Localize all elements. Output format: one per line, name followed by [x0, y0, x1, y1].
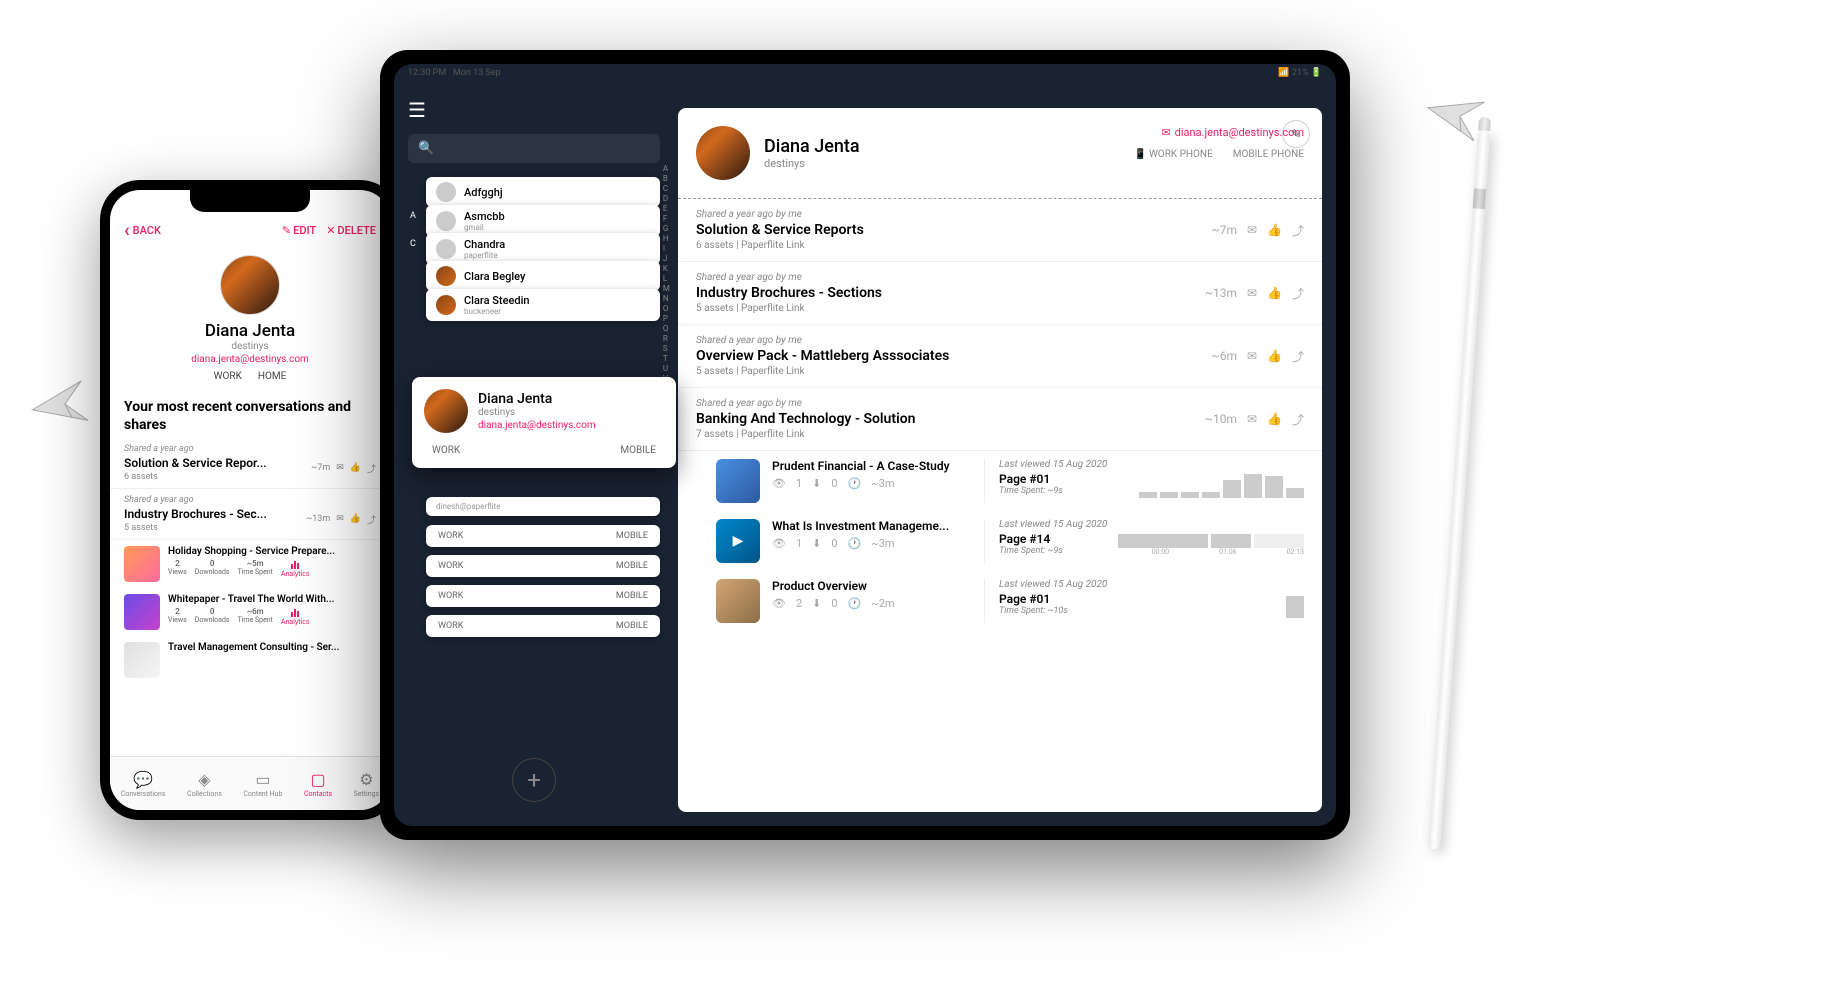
tablet-device: 12:30 PM Mon 13 Sep 📶 21% 🔋 ☰ 🔍 Adfgghj … [380, 50, 1350, 840]
asset-item[interactable]: Holiday Shopping - Service Prepare... 2V… [110, 540, 390, 588]
avatar [220, 255, 280, 315]
profile-email[interactable]: diana.jenta@destinys.com [124, 354, 376, 365]
mail-icon[interactable]: ✉ [1247, 286, 1257, 300]
tab-settings[interactable]: ⚙Settings [354, 770, 380, 798]
profile-name: Diana Jenta [124, 321, 376, 341]
thumbs-icon[interactable]: 👍 [1267, 286, 1282, 300]
paper-plane-decoration [26, 375, 94, 435]
share-icon: ⤴ [367, 513, 376, 526]
contact-card[interactable]: WORKMOBILE [426, 615, 660, 637]
contact-company: destinys [764, 157, 860, 170]
asset-thumbnail [716, 579, 760, 623]
clock-icon: 🕐 [848, 537, 862, 550]
mail-icon[interactable]: ✉ [1247, 412, 1257, 426]
share-icon[interactable]: ⤴ [1292, 411, 1304, 428]
eye-icon: 👁 [772, 597, 786, 610]
contact-name: Diana Jenta [764, 136, 860, 157]
asset-thumbnail [124, 642, 160, 678]
contact-card[interactable]: WORKMOBILE [426, 555, 660, 577]
avatar [424, 389, 468, 433]
contact-card[interactable]: Adfgghj [426, 177, 660, 207]
thumbs-icon[interactable]: 👍 [1267, 223, 1282, 237]
selected-contact-card[interactable]: Diana Jenta destinys diana.jenta@destiny… [412, 377, 676, 468]
share-item[interactable]: Shared a year ago Solution & Service Rep… [110, 438, 390, 489]
work-phone-label: 📱 WORK PHONE [1134, 149, 1213, 160]
share-icon: ⤴ [367, 462, 376, 475]
mail-icon: ✉ [1161, 126, 1170, 139]
tab-collections[interactable]: ◈Collections [187, 770, 222, 798]
stylus-decoration [1428, 130, 1490, 849]
tab-home[interactable]: HOME [258, 371, 286, 382]
tab-content-hub[interactable]: ▭Content Hub [243, 770, 282, 798]
tabbar: 💬Conversations ◈Collections ▭Content Hub… [110, 756, 390, 810]
analytics-icon[interactable]: Analytics [281, 607, 310, 626]
mobile-phone-label: MOBILE PHONE [1233, 149, 1304, 160]
share-icon[interactable]: ⤴ [1292, 222, 1304, 239]
tab-conversations[interactable]: 💬Conversations [121, 770, 166, 798]
contact-email[interactable]: ✉ diana.jenta@destinys.com [1134, 126, 1304, 139]
eye-icon: 👁 [772, 477, 786, 490]
clock-icon: 🕐 [848, 597, 862, 610]
mail-icon[interactable]: ✉ [1247, 223, 1257, 237]
phone-notch [190, 190, 310, 212]
share-item[interactable]: Shared a year ago by me Industry Brochur… [678, 262, 1322, 325]
eye-icon: 👁 [772, 537, 786, 550]
mail-icon[interactable]: ✉ [1247, 349, 1257, 363]
thumbs-icon[interactable]: 👍 [1267, 349, 1282, 363]
delete-button[interactable]: ✕ DELETE [326, 224, 376, 237]
contact-card[interactable]: WORKMOBILE [426, 525, 660, 547]
asset-item[interactable]: Travel Management Consulting - Ser... [110, 636, 390, 684]
menu-icon[interactable]: ☰ [408, 98, 660, 122]
add-button[interactable]: + [512, 758, 556, 802]
phone-device: BACK ✎ EDIT ✕ DELETE Diana Jenta destiny… [100, 180, 400, 820]
avatar [696, 126, 750, 180]
asset-item[interactable]: Product Overview 👁2⬇0🕐~2m Last viewed 15… [678, 571, 1322, 631]
edit-icon[interactable]: ✎ [1282, 120, 1310, 148]
search-input[interactable]: 🔍 [408, 134, 660, 163]
tab-work[interactable]: WORK [214, 371, 242, 382]
back-button[interactable]: BACK [124, 220, 161, 241]
analytics-icon[interactable]: Analytics [281, 559, 310, 578]
asset-thumbnail [124, 546, 160, 582]
section-title: Your most recent conversations and share… [110, 388, 390, 438]
tab-contacts[interactable]: ▢Contacts [304, 770, 332, 798]
thumbs-icon: 👍 [350, 514, 361, 524]
contact-card[interactable]: Clara Steedinbuckeneer [426, 289, 660, 321]
asset-item[interactable]: Prudent Financial - A Case-Study 👁1⬇0🕐~3… [678, 451, 1322, 511]
contact-card[interactable]: Clara Begley [426, 261, 660, 291]
contact-card[interactable]: dinesh@paperflite [426, 497, 660, 516]
mail-icon: ✉ [336, 514, 344, 524]
thumbs-icon[interactable]: 👍 [1267, 412, 1282, 426]
share-item[interactable]: Shared a year ago by me Banking And Tech… [678, 388, 1322, 451]
asset-thumbnail: ▶ [716, 519, 760, 563]
asset-item[interactable]: ▶ What Is Investment Manageme... 👁1⬇0🕐~3… [678, 511, 1322, 571]
share-icon[interactable]: ⤴ [1292, 348, 1304, 365]
share-item[interactable]: Shared a year ago by me Overview Pack - … [678, 325, 1322, 388]
edit-button[interactable]: ✎ EDIT [282, 224, 316, 237]
thumbs-icon: 👍 [350, 463, 361, 473]
clock-icon: 🕐 [848, 477, 862, 490]
share-item[interactable]: Shared a year ago by me Solution & Servi… [678, 199, 1322, 262]
asset-thumbnail [716, 459, 760, 503]
asset-item[interactable]: Whitepaper - Travel The World With... 2V… [110, 588, 390, 636]
download-icon: ⬇ [812, 537, 821, 550]
asset-thumbnail [124, 594, 160, 630]
profile-company: destinys [124, 341, 376, 352]
share-item[interactable]: Shared a year ago Industry Brochures - S… [110, 489, 390, 540]
mail-icon: ✉ [336, 463, 344, 473]
download-icon: ⬇ [812, 597, 821, 610]
contact-card[interactable]: WORKMOBILE [426, 585, 660, 607]
share-icon[interactable]: ⤴ [1292, 285, 1304, 302]
download-icon: ⬇ [812, 477, 821, 490]
